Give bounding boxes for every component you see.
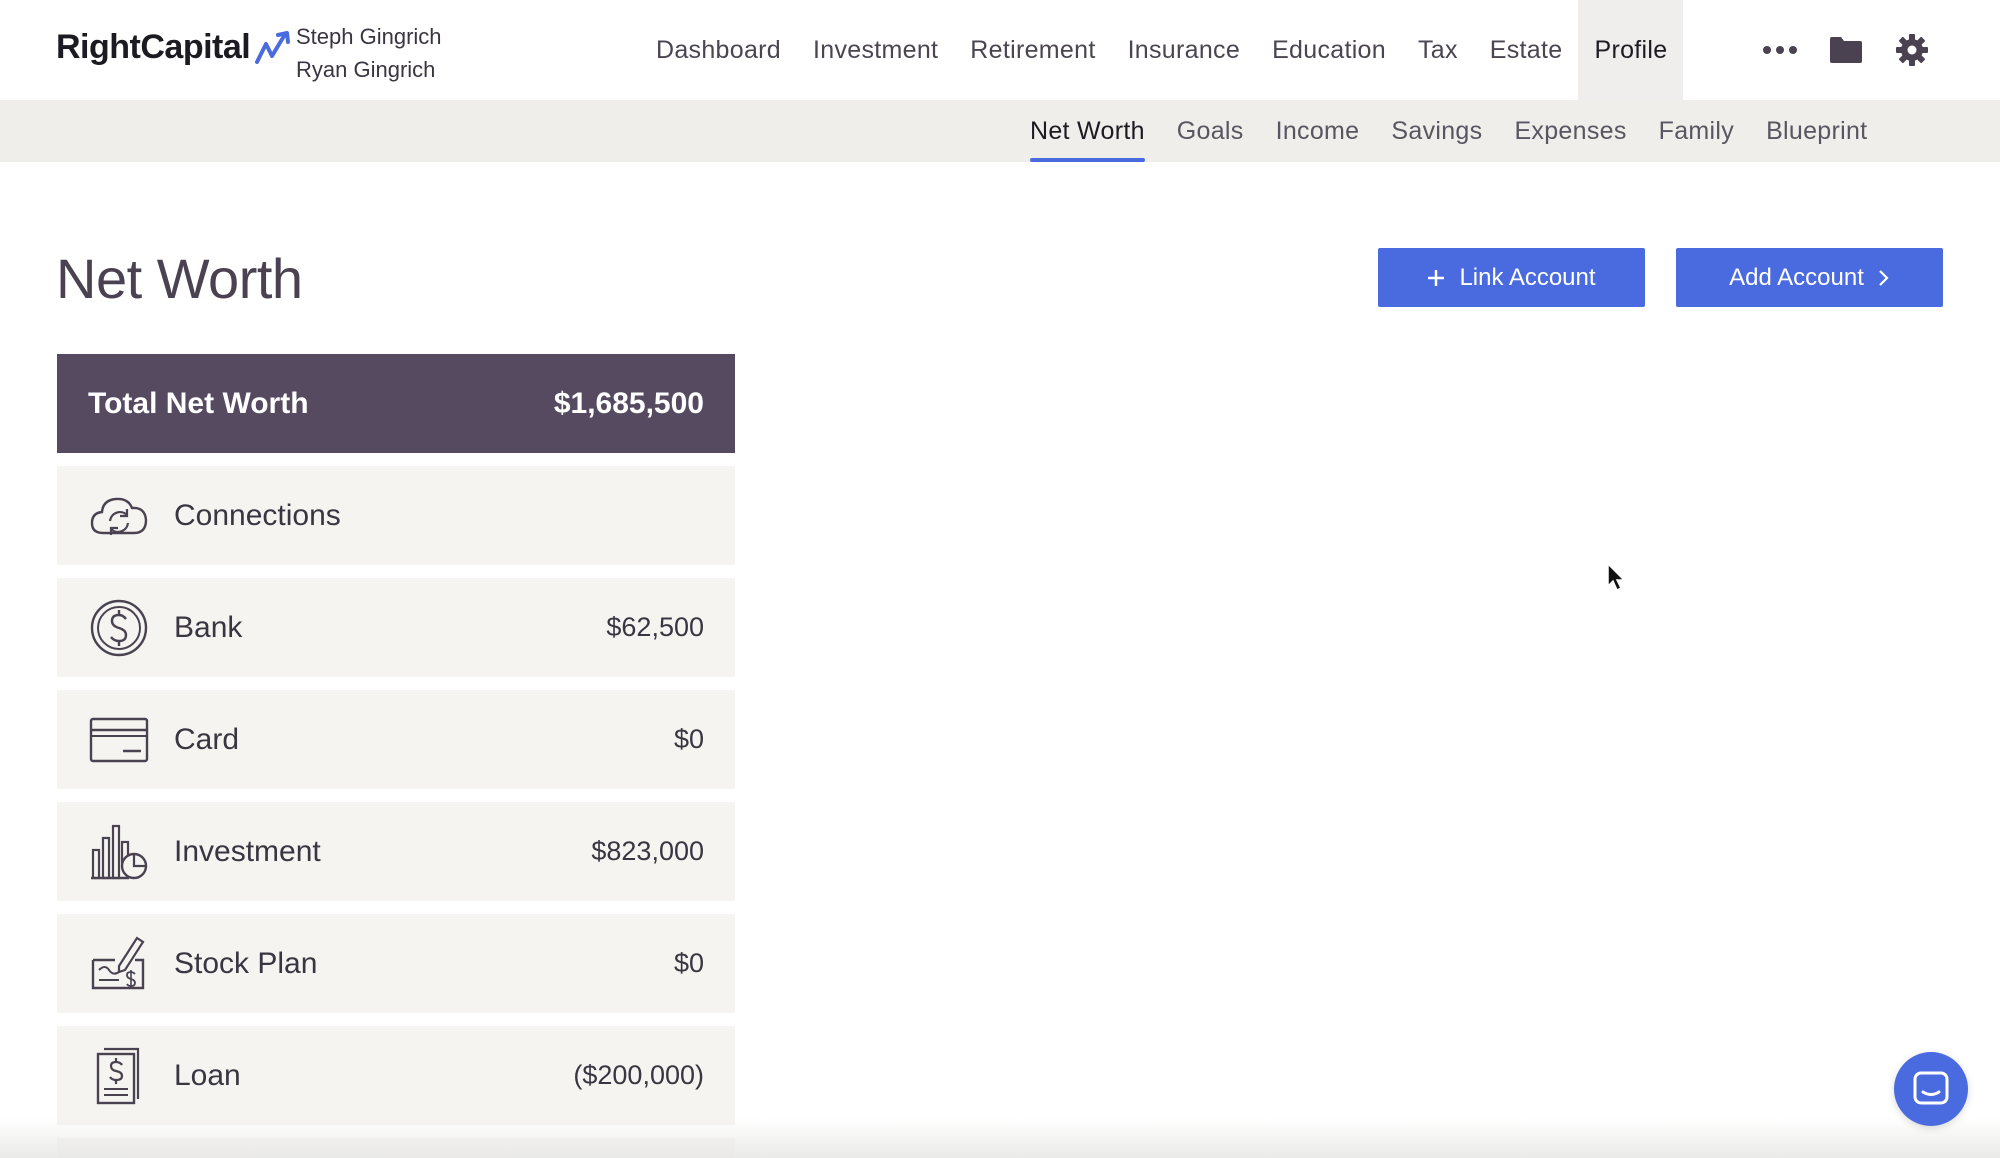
logo-arrow-icon <box>255 30 291 64</box>
folder-icon[interactable] <box>1826 30 1866 70</box>
account-value: $0 <box>673 948 704 978</box>
client-name-1: Steph Gingrich <box>296 24 442 49</box>
brand-name: RightCapital <box>56 28 251 66</box>
stock-plan-check-icon <box>88 933 150 995</box>
more-icon[interactable] <box>1760 30 1800 70</box>
account-row-loan[interactable]: Loan ($200,000) <box>57 1026 735 1125</box>
tab-expenses[interactable]: Expenses <box>1498 100 1642 162</box>
top-navigation-bar: RightCapital Steph Gingrich Ryan Gingric… <box>0 0 2000 100</box>
account-row-connections[interactable]: Connections <box>57 466 735 565</box>
account-label: Connections <box>174 498 341 532</box>
account-row-bank[interactable]: Bank $62,500 <box>57 578 735 677</box>
account-value: ($200,000) <box>573 1060 704 1090</box>
tab-goals[interactable]: Goals <box>1161 100 1260 162</box>
tab-family[interactable]: Family <box>1643 100 1750 162</box>
cloud-sync-icon <box>88 485 150 547</box>
nav-tax[interactable]: Tax <box>1402 0 1474 100</box>
link-account-label: Link Account <box>1459 263 1596 291</box>
investment-chart-icon <box>88 821 150 883</box>
nav-education[interactable]: Education <box>1256 0 1402 100</box>
tab-blueprint[interactable]: Blueprint <box>1750 100 1883 162</box>
loan-document-icon <box>88 1045 150 1107</box>
chevron-right-icon <box>1879 269 1889 286</box>
page-title: Net Worth <box>56 247 303 310</box>
dollar-coin-icon <box>88 597 150 659</box>
account-value: $0 <box>673 724 704 754</box>
nav-estate[interactable]: Estate <box>1474 0 1579 100</box>
account-value: $823,000 <box>591 836 704 866</box>
nav-dashboard[interactable]: Dashboard <box>640 0 797 100</box>
total-net-worth-card: Total Net Worth $1,685,500 <box>57 354 735 453</box>
total-net-worth-value: $1,685,500 <box>553 386 704 420</box>
bottom-shade <box>0 1118 2000 1158</box>
sub-navigation-bar: Net Worth Goals Income Savings Expenses … <box>0 100 2000 162</box>
mouse-cursor-icon <box>1607 562 1626 592</box>
account-row-stock-plan[interactable]: Stock Plan $0 <box>57 914 735 1013</box>
account-label: Bank <box>174 610 243 644</box>
account-label: Card <box>174 722 240 756</box>
plus-icon <box>1428 269 1445 286</box>
rightcapital-logo[interactable]: RightCapital <box>56 28 296 67</box>
main-nav: Dashboard Investment Retirement Insuranc… <box>640 0 1684 100</box>
gear-icon[interactable] <box>1892 30 1932 70</box>
account-row-card[interactable]: Card $0 <box>57 690 735 789</box>
add-account-label: Add Account <box>1729 263 1864 291</box>
nav-investment[interactable]: Investment <box>797 0 954 100</box>
add-account-button[interactable]: Add Account <box>1676 248 1943 307</box>
account-label: Stock Plan <box>174 946 318 980</box>
profile-sub-nav: Net Worth Goals Income Savings Expenses … <box>1014 100 1883 162</box>
credit-card-icon <box>88 709 150 771</box>
account-label: Loan <box>174 1058 241 1092</box>
nav-insurance[interactable]: Insurance <box>1112 0 1257 100</box>
tab-savings[interactable]: Savings <box>1375 100 1498 162</box>
account-label: Investment <box>174 834 321 868</box>
tab-income[interactable]: Income <box>1260 100 1376 162</box>
tab-net-worth[interactable]: Net Worth <box>1014 100 1161 162</box>
account-row-investment[interactable]: Investment $823,000 <box>57 802 735 901</box>
client-names: Steph Gingrich Ryan Gingrich <box>296 20 442 86</box>
nav-retirement[interactable]: Retirement <box>954 0 1111 100</box>
link-account-button[interactable]: Link Account <box>1378 248 1645 307</box>
client-name-2: Ryan Gingrich <box>296 57 436 82</box>
nav-profile[interactable]: Profile <box>1578 0 1684 100</box>
account-value: $62,500 <box>606 612 704 642</box>
chat-icon <box>1913 1071 1949 1105</box>
top-icon-group <box>1760 0 1932 100</box>
total-net-worth-label: Total Net Worth <box>88 386 309 420</box>
chat-launcher-button[interactable] <box>1894 1052 1968 1126</box>
